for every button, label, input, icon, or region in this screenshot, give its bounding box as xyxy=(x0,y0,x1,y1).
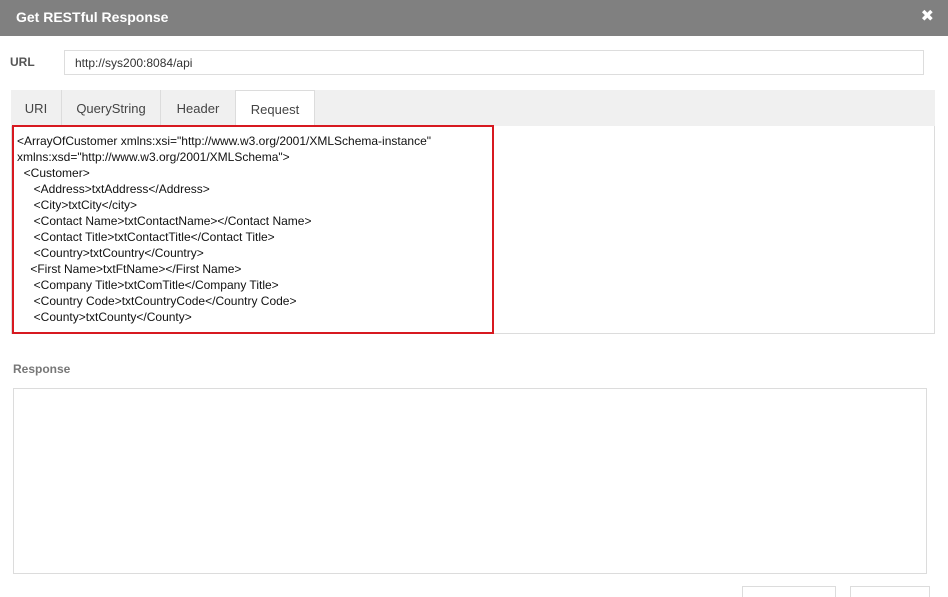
tab-header[interactable]: Header xyxy=(161,90,236,126)
tab-querystring[interactable]: QueryString xyxy=(62,90,161,126)
dialog-title: Get RESTful Response xyxy=(16,9,169,25)
url-label: URL xyxy=(10,55,35,69)
url-input[interactable] xyxy=(64,50,924,75)
footer-button-partial[interactable] xyxy=(742,586,836,597)
tab-uri[interactable]: URI xyxy=(11,90,62,126)
response-textarea[interactable] xyxy=(13,388,927,574)
tab-request[interactable]: Request xyxy=(235,90,315,127)
tab-bar: URI QueryString Header Request xyxy=(11,90,935,127)
footer-button-partial[interactable] xyxy=(850,586,930,597)
request-body-text[interactable]: <ArrayOfCustomer xmlns:xsi="http://www.w… xyxy=(17,133,431,325)
response-label: Response xyxy=(13,362,71,376)
close-icon[interactable]: ✖ xyxy=(921,9,934,25)
dialog-titlebar: Get RESTful Response ✖ xyxy=(0,0,948,36)
